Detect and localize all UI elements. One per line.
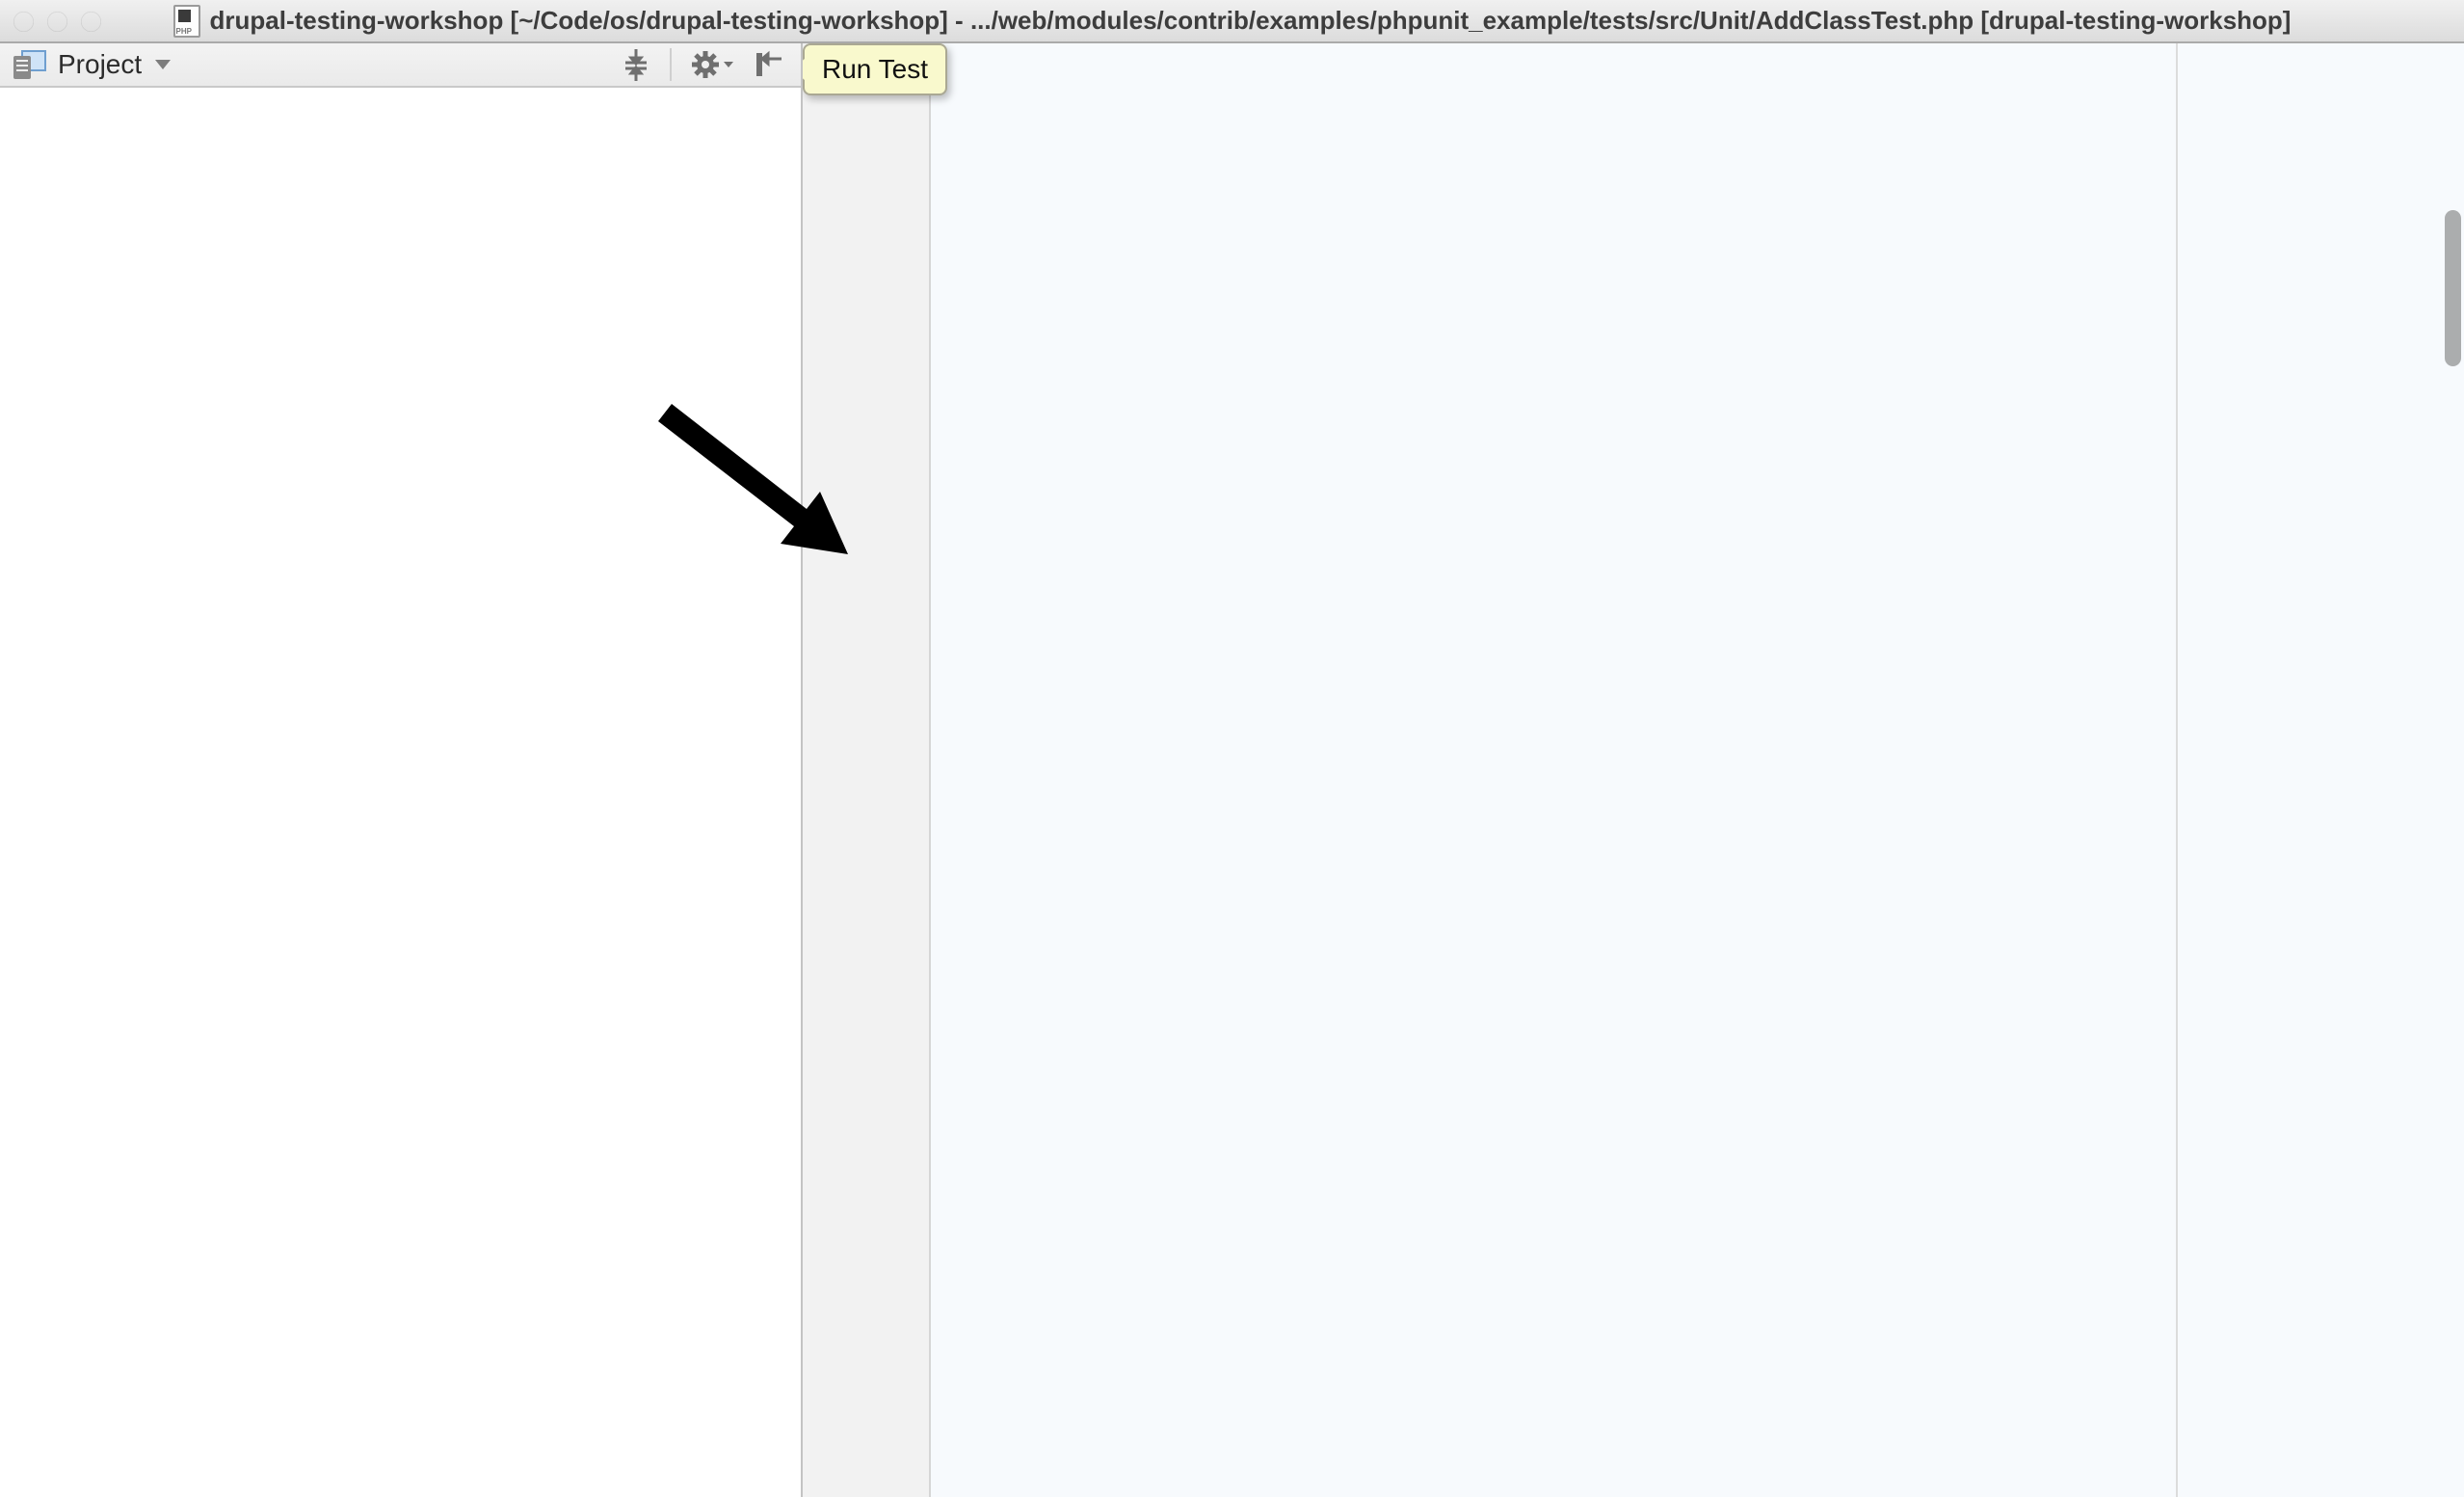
zoom-window-icon[interactable] (81, 12, 101, 32)
project-view-icon (13, 50, 46, 79)
close-window-icon[interactable] (13, 12, 34, 32)
chevron-down-icon[interactable] (155, 60, 171, 69)
run-test-tooltip-label: Run Test (822, 54, 928, 85)
project-panel-title[interactable]: Project (58, 49, 142, 80)
run-test-tooltip[interactable]: Run Test (803, 43, 947, 95)
code-editor[interactable]: Run Test (803, 43, 2464, 1497)
right-margin-guide (2176, 43, 2178, 1497)
editor-gutter (803, 43, 931, 1497)
titlebar-document-icon (173, 5, 200, 38)
collapse-all-icon[interactable] (620, 47, 652, 82)
hide-panel-icon[interactable] (753, 47, 785, 82)
minimize-window-icon[interactable] (47, 12, 67, 32)
gear-icon[interactable] (689, 47, 735, 82)
project-tree (0, 43, 801, 1497)
window-titlebar: drupal-testing-workshop [~/Code/os/drupa… (0, 0, 2464, 43)
traffic-lights (13, 12, 101, 32)
project-tool-window: Project (0, 43, 803, 1497)
toolbar-separator (670, 48, 672, 81)
editor-vertical-scrollbar[interactable] (2445, 210, 2461, 366)
project-panel-header: Project (0, 43, 801, 88)
window-title: drupal-testing-workshop [~/Code/os/drupa… (210, 6, 2292, 36)
